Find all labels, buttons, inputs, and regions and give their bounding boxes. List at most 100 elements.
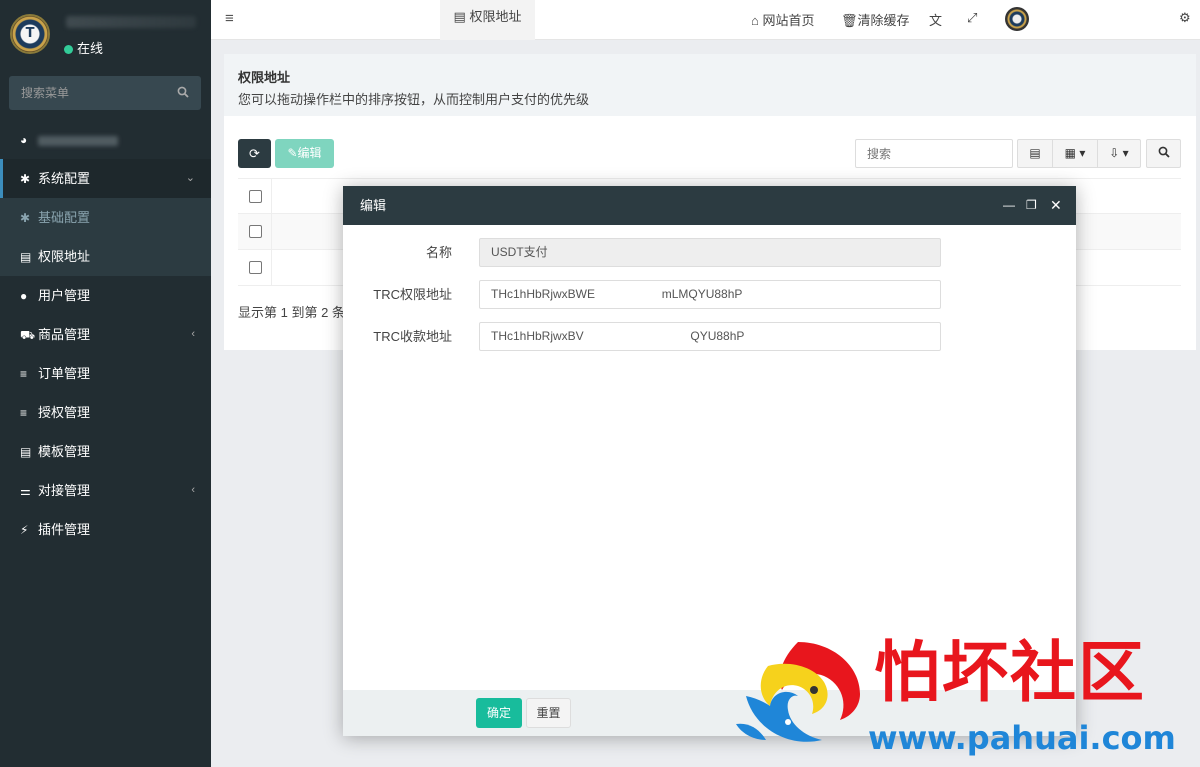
row-checkbox[interactable] <box>249 261 262 274</box>
chevron-left-icon: ‹ <box>191 484 195 496</box>
table-search-input[interactable] <box>855 139 1013 168</box>
sidebar-item-orders[interactable]: ≡ 订单管理 <box>0 354 211 393</box>
list-icon: ▤ <box>20 250 32 264</box>
toggle-view-button[interactable]: ▤ <box>1017 139 1053 168</box>
trc-permission-field[interactable]: THc1hHbRjwxBWE mLMQYU88hP <box>479 280 941 309</box>
sidebar-item-permission-address[interactable]: ▤ 权限地址 <box>0 237 211 276</box>
sidebar-item-label: 商品管理 <box>38 327 91 342</box>
language-icon[interactable]: 文 <box>929 10 942 29</box>
user-panel: T 在线 <box>0 0 211 70</box>
sidebar-search-input[interactable] <box>9 76 169 110</box>
clear-cache-label: 清除缓存 <box>857 13 910 28</box>
export-button[interactable]: ⇩ ▾ <box>1097 139 1141 168</box>
clear-cache-link[interactable]: 🗑清除缓存 <box>841 10 910 29</box>
confirm-button[interactable]: 确定 <box>476 698 522 728</box>
sidebar-item-authorization[interactable]: ≡ 授权管理 <box>0 393 211 432</box>
edit-button-label: 编辑 <box>297 146 322 160</box>
sidebar-item-label: 基础配置 <box>38 210 91 225</box>
fish-logo-icon <box>736 642 860 742</box>
modal-title: 编辑 <box>360 198 387 213</box>
avatar[interactable]: T <box>10 14 50 54</box>
pagination-info: 显示第 1 到第 2 条记 <box>238 305 358 320</box>
list-icon: ▤ <box>453 9 470 24</box>
chevron-left-icon: ‹ <box>191 328 195 340</box>
column-divider <box>271 250 272 286</box>
column-divider <box>271 179 272 215</box>
tab-label: 权限地址 <box>469 9 522 24</box>
sidebar-item-label: 授权管理 <box>38 405 91 420</box>
select-all-checkbox[interactable] <box>249 190 262 203</box>
sidebar-item-dashboard[interactable]: ◕ <box>0 120 211 159</box>
status-text: 在线 <box>77 41 104 56</box>
trash-icon: 🗑 <box>841 13 858 28</box>
watermark: 怕坏社区 www.pahuai.com <box>722 632 1192 760</box>
close-icon[interactable]: ✕ <box>1050 186 1062 225</box>
row-checkbox[interactable] <box>249 225 262 238</box>
sidebar: T 在线 ◕ ✱ 系统配置 ⌄ ✱ 基础配置 ▤ 权限地址 ● 用户管理 ⛟商品管理 ‹ <box>0 0 211 767</box>
trc-receive-label: TRC收款地址 <box>373 329 452 344</box>
watermark-chinese: 怕坏社区 <box>874 633 1146 711</box>
trc-permission-label: TRC权限地址 <box>373 287 452 302</box>
refresh-button[interactable]: ⟳ <box>238 139 271 168</box>
sidebar-item-system-config[interactable]: ✱ 系统配置 ⌄ <box>0 159 211 198</box>
form-row-name: 名称 USDT支付 <box>343 238 1076 267</box>
sidebar-item-label: 系统配置 <box>38 171 91 186</box>
user-avatar[interactable] <box>1005 7 1029 31</box>
pencil-icon: ✎ <box>287 146 298 160</box>
gear-icon: ✱ <box>20 172 31 186</box>
menu-toggle-icon[interactable]: ≡ <box>225 10 234 27</box>
sidebar-search <box>9 76 201 110</box>
settings-icon[interactable]: ⚙ <box>1179 10 1191 26</box>
sidebar-item-plugins[interactable]: ⚡ 插件管理 <box>0 510 211 549</box>
refresh-icon: ⟳ <box>249 146 260 161</box>
grid-icon: ▦ ▾ <box>1064 146 1086 160</box>
blurred-menu-label <box>38 135 118 146</box>
maximize-icon[interactable]: ❐ <box>1026 186 1037 225</box>
watermark-url: www.pahuai.com <box>868 719 1176 757</box>
sidebar-item-label: 对接管理 <box>38 483 91 498</box>
columns-button[interactable]: ▦ ▾ <box>1052 139 1098 168</box>
sidebar-item-label: 用户管理 <box>38 288 91 303</box>
page-description: 您可以拖动操作栏中的排序按钮，从而控制用户支付的优先级 <box>238 92 590 107</box>
online-status: 在线 <box>64 38 103 57</box>
home-link[interactable]: ⌂ 网站首页 <box>751 10 815 29</box>
minimize-icon[interactable]: — <box>1003 186 1015 225</box>
cart-icon: ⛟ <box>20 328 36 342</box>
home-link-label: 网站首页 <box>762 13 815 28</box>
topbar: ≡ ▤ 权限地址 ⌂ 网站首页 🗑清除缓存 文 ⤢ ⚙ <box>211 0 1200 40</box>
list-icon: ▤ <box>20 445 32 459</box>
column-divider <box>271 214 272 250</box>
list-icon: ▤ <box>1029 146 1041 160</box>
dashboard-icon: ◕ <box>20 133 28 147</box>
name-field[interactable]: USDT支付 <box>479 238 941 267</box>
export-icon: ⇩ ▾ <box>1109 146 1129 160</box>
advanced-search-button[interactable] <box>1146 139 1181 168</box>
sliders-icon: ⚌ <box>20 484 31 498</box>
name-label: 名称 <box>425 245 452 260</box>
sidebar-item-label: 模板管理 <box>38 444 91 459</box>
search-icon[interactable] <box>177 86 189 101</box>
trc-receive-field[interactable]: THc1hHbRjwxBV QYU88hP <box>479 322 941 351</box>
tab-permission-address[interactable]: ▤ 权限地址 <box>440 0 535 40</box>
bars-icon: ≡ <box>20 406 28 420</box>
modal-header: 编辑 — ❐ ✕ <box>343 186 1076 225</box>
sidebar-item-integration[interactable]: ⚌ 对接管理 ‹ <box>0 471 211 510</box>
sidebar-item-label: 权限地址 <box>38 249 91 264</box>
form-row-trc-receive: TRC收款地址 THc1hHbRjwxBV QYU88hP <box>343 322 1076 351</box>
sidebar-item-label: 订单管理 <box>38 366 91 381</box>
home-icon: ⌂ <box>751 13 759 28</box>
sidebar-menu: ◕ ✱ 系统配置 ⌄ ✱ 基础配置 ▤ 权限地址 ● 用户管理 ⛟ 商品管理 ‹ ≡ 订单管… <box>0 120 211 549</box>
user-icon: ● <box>20 289 28 303</box>
search-icon <box>1158 146 1170 158</box>
online-dot-icon <box>64 45 73 54</box>
edit-button[interactable]: ✎编辑 <box>275 139 334 168</box>
sidebar-item-basic-config[interactable]: ✱ 基础配置 <box>0 198 211 237</box>
sidebar-item-users[interactable]: ● 用户管理 <box>0 276 211 315</box>
sidebar-item-templates[interactable]: ▤ 模板管理 <box>0 432 211 471</box>
sidebar-item-products[interactable]: ⛟ 商品管理 ‹ <box>0 315 211 354</box>
gear-icon: ✱ <box>20 211 31 225</box>
form-row-trc-permission: TRC权限地址 THc1hHbRjwxBWE mLMQYU88hP <box>343 280 1076 309</box>
fullscreen-icon[interactable]: ⤢ <box>967 10 977 26</box>
page-title: 权限地址 <box>238 70 291 85</box>
reset-button[interactable]: 重置 <box>526 698 571 728</box>
